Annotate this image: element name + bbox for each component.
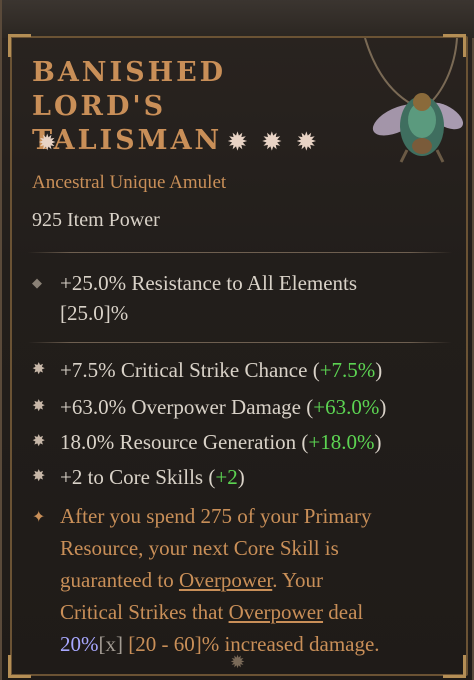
affix-line: +7.5% Critical Strike Chance (+7.5%) xyxy=(60,358,383,382)
top-strip xyxy=(2,0,474,38)
implicit-affix-range: [25.0]% xyxy=(60,301,129,325)
asterisk-icon: ✸ xyxy=(32,359,46,378)
divider xyxy=(28,252,452,253)
item-power: 925 Item Power xyxy=(32,209,160,231)
divider xyxy=(28,342,452,343)
amulet-icon xyxy=(364,38,464,163)
legendary-star-icon: ✹ xyxy=(228,129,247,155)
affix-line: 18.0% Resource Generation (+18.0%) xyxy=(60,430,382,454)
affix-line: +2 to Core Skills (+2) xyxy=(60,465,245,489)
star-icon: ✦ xyxy=(32,507,46,526)
keyword-overpower[interactable]: Overpower xyxy=(179,568,272,592)
diamond-icon: ◆ xyxy=(32,276,42,291)
asterisk-icon: ✸ xyxy=(32,396,46,415)
affix-line: +63.0% Overpower Damage (+63.0%) xyxy=(60,395,387,419)
legendary-star-icon: ✹ xyxy=(262,129,282,155)
legendary-star-icon: ✹ xyxy=(297,129,316,155)
implicit-affix: +25.0% Resistance to All Elements [25.0]… xyxy=(60,268,450,328)
item-tooltip: BANISHED LORD'S TALISMAN ✹ ✹ ✹ ✹ Ancestral … xyxy=(0,0,474,680)
asterisk-icon: ✸ xyxy=(32,466,46,485)
item-title-line2: TALISMAN xyxy=(32,125,223,156)
asterisk-icon: ✸ xyxy=(32,431,46,450)
legendary-star-icon: ✹ xyxy=(38,131,57,156)
footer-ornament-icon: ✹ xyxy=(230,652,246,673)
frame-corner xyxy=(8,34,31,57)
frame-corner xyxy=(8,655,31,678)
unique-power: After you spend 275 of your Primary Reso… xyxy=(60,504,380,656)
item-type: Ancestral Unique Amulet xyxy=(32,172,227,193)
implicit-affix-text: +25.0% Resistance to All Elements xyxy=(60,271,358,295)
keyword-overpower[interactable]: Overpower xyxy=(229,600,323,624)
item-title-line1: BANISHED LORD'S xyxy=(32,57,227,122)
item-title: BANISHED LORD'S TALISMAN ✹ ✹ ✹ xyxy=(32,56,332,159)
